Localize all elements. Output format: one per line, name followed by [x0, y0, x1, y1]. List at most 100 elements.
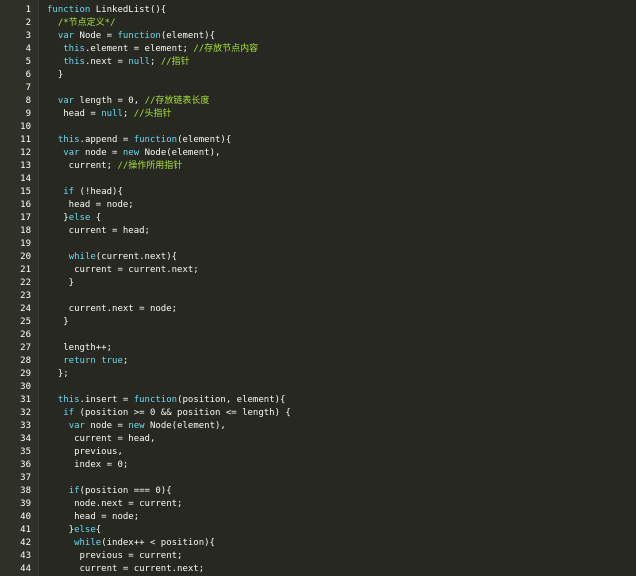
code-token: (position >= 0 && position <= length) { [74, 408, 291, 418]
code-token: head = node; [47, 200, 134, 210]
line-number: 21 [20, 265, 31, 275]
code-line[interactable]: while(current.next){ [47, 251, 636, 264]
code-line[interactable]: head = null; //头指针 [47, 108, 636, 121]
code-line[interactable]: while(index++ < position){ [47, 537, 636, 550]
keyword-token: new [128, 421, 145, 431]
code-line[interactable]: head = node; [47, 511, 636, 524]
code-token: ; [122, 109, 134, 119]
keyword-token: else [68, 213, 91, 223]
code-token: .append = [79, 135, 134, 145]
keyword-token: null [128, 57, 150, 67]
code-line[interactable]: function LinkedList(){ [47, 4, 636, 17]
code-line[interactable] [47, 381, 636, 394]
code-line[interactable]: this.element = element; //存放节点内容 [47, 43, 636, 56]
code-token: { [90, 213, 102, 223]
line-number: 8 [25, 96, 31, 106]
code-line[interactable]: var node = new Node(element), [47, 420, 636, 433]
keyword-token: var [57, 96, 75, 106]
code-line[interactable]: if (position >= 0 && position <= length)… [47, 407, 636, 420]
code-line[interactable]: } [47, 277, 636, 290]
code-line[interactable]: previous = current; [47, 550, 636, 563]
comment-token: //头指针 [133, 109, 172, 119]
code-line[interactable] [47, 238, 636, 251]
code-line[interactable]: current.next = node; [47, 303, 636, 316]
keyword-token: null [101, 109, 123, 119]
code-line[interactable]: if (!head){ [47, 186, 636, 199]
keyword-token: function [47, 5, 91, 15]
line-number: 30 [20, 382, 31, 392]
line-number: 35 [20, 447, 31, 457]
code-token: head = node; [47, 512, 140, 522]
code-line[interactable]: return true; [47, 355, 636, 368]
code-line[interactable] [47, 82, 636, 95]
code-line[interactable]: index = 0; [47, 459, 636, 472]
line-number: 7 [25, 83, 31, 93]
code-line[interactable]: current = head; [47, 225, 636, 238]
code-line[interactable] [47, 472, 636, 485]
code-line[interactable]: }else{ [47, 524, 636, 537]
keyword-token: function [133, 395, 178, 405]
code-line[interactable]: this.append = function(element){ [47, 134, 636, 147]
code-token: (position, element){ [177, 395, 286, 405]
keyword-token: this [63, 44, 85, 54]
line-number: 26 [20, 330, 31, 340]
code-token: Node = [74, 31, 118, 41]
code-editor[interactable]: 1 2 3 4 5 6 7 8 9 10 11 12 13 14 15 16 17 18 19 20 21 22 23 24 2… [0, 0, 636, 576]
code-line[interactable]: var node = new Node(element), [47, 147, 636, 160]
code-line[interactable]: current = current.next; [47, 563, 636, 576]
code-line[interactable]: current = current.next; [47, 264, 636, 277]
code-line[interactable]: if(position === 0){ [47, 485, 636, 498]
code-line[interactable]: node.next = current; [47, 498, 636, 511]
line-number: 31 [20, 395, 31, 405]
code-line[interactable] [47, 329, 636, 342]
code-token: } [47, 317, 69, 327]
code-token: node.next = current; [47, 499, 183, 509]
line-number-gutter: 1 2 3 4 5 6 7 8 9 10 11 12 13 14 15 16 17 18 19 20 21 22 23 24 2… [0, 0, 39, 576]
code-line[interactable]: }; [47, 368, 636, 381]
code-token: head = [47, 109, 102, 119]
code-line[interactable]: length++; [47, 342, 636, 355]
keyword-token: if [68, 486, 80, 496]
code-line[interactable]: previous, [47, 446, 636, 459]
code-token: ; [150, 57, 161, 67]
code-line[interactable]: } [47, 69, 636, 82]
code-line[interactable]: }else { [47, 212, 636, 225]
line-number: 11 [20, 135, 31, 145]
keyword-token: var [63, 148, 80, 158]
line-number: 12 [20, 148, 31, 158]
code-line[interactable]: head = node; [47, 199, 636, 212]
code-line[interactable] [47, 121, 636, 134]
code-line[interactable]: current = head, [47, 433, 636, 446]
code-token: previous = current; [47, 551, 183, 561]
code-line[interactable] [47, 290, 636, 303]
code-area[interactable]: function LinkedList(){ /*节点定义*/ var Node… [39, 0, 636, 576]
code-token: index = 0; [47, 460, 129, 470]
line-number: 18 [20, 226, 31, 236]
code-token: .insert = [79, 395, 134, 405]
code-line[interactable]: current; //操作所用指针 [47, 160, 636, 173]
line-number: 4 [25, 44, 31, 54]
line-number: 6 [25, 70, 31, 80]
code-token: .element = element; [84, 44, 194, 54]
code-token: { [95, 525, 102, 535]
line-number: 44 [20, 564, 31, 574]
line-number: 2 [25, 18, 31, 28]
code-line[interactable]: this.next = null; //指针 [47, 56, 636, 69]
line-number: 27 [20, 343, 31, 353]
code-token: (!head){ [74, 187, 123, 197]
code-line[interactable]: this.insert = function(position, element… [47, 394, 636, 407]
code-line[interactable]: var Node = function(element){ [47, 30, 636, 43]
code-line[interactable] [47, 173, 636, 186]
code-token: node = [79, 148, 123, 158]
code-line[interactable]: var length = 0, //存放链表长度 [47, 95, 636, 108]
code-line[interactable]: /*节点定义*/ [47, 17, 636, 30]
code-line[interactable]: } [47, 316, 636, 329]
